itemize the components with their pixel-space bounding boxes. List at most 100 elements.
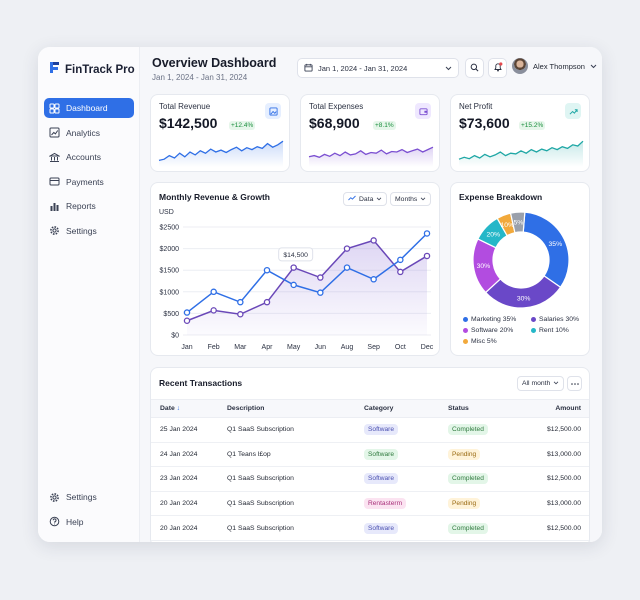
data-point[interactable] (423, 230, 431, 237)
more-options-button[interactable] (567, 376, 582, 391)
data-point[interactable] (290, 264, 297, 271)
sidebar-item-reports[interactable]: Reports (44, 196, 134, 216)
cell-amount: $12,500.00 (528, 417, 589, 443)
data-point[interactable] (370, 276, 377, 283)
cell-amount: $13,000.00 (528, 442, 589, 468)
calendar-icon (304, 63, 313, 74)
table-row[interactable]: 24 Jan 2024 Q1 Teans l£op Software Pendi… (151, 442, 589, 468)
notifications-button[interactable] (488, 58, 507, 78)
cell-category: Software (364, 466, 448, 492)
kpi-card-net-profit: Net Profit $73,600 +15.2% (450, 94, 590, 172)
pie-slice[interactable] (522, 211, 570, 289)
sidebar-item-label: Payments (66, 176, 104, 187)
data-point[interactable] (370, 237, 377, 244)
cell-status: Completed (448, 466, 528, 492)
data-point[interactable] (343, 264, 351, 271)
reports-icon (49, 201, 60, 212)
sidebar-item-payments[interactable]: Payments (44, 172, 134, 192)
user-menu[interactable]: Alex Thompson (512, 58, 597, 74)
column-header-date[interactable]: Date ↓ (151, 399, 227, 418)
legend-swatch (531, 327, 536, 333)
cell-description: Q1 SaaS Subscription (227, 466, 364, 492)
data-point[interactable] (397, 268, 404, 276)
brand-name: FinTrack Pro (65, 64, 135, 76)
kpi-label: Net Profit (459, 102, 493, 111)
data-point[interactable] (237, 298, 244, 306)
x-tick-label: May (287, 344, 301, 351)
y-tick-label: $1500 (160, 268, 180, 275)
analytics-icon (49, 127, 60, 138)
search-icon (470, 59, 479, 77)
cell-description: Q1 SaaS Subscription (227, 515, 364, 541)
sidebar-item-dashboard[interactable]: Dashboard (44, 98, 134, 118)
cell-amount: $12,500.00 (528, 515, 589, 541)
brand[interactable]: FinTrack Pro (49, 61, 135, 79)
status-badge: Pending (448, 498, 481, 510)
transactions-title: Recent Transactions (159, 378, 243, 388)
data-point[interactable] (423, 252, 431, 260)
data-point[interactable] (210, 307, 217, 314)
kpi-label: Total Revenue (159, 102, 211, 111)
column-header-label: Date (160, 405, 175, 412)
y-tick-label: $1000 (160, 289, 180, 296)
status-badge: Pending (448, 448, 481, 460)
legend-label: Software 20% (471, 327, 514, 334)
sidebar-bottom-nav: Settings Help (44, 487, 134, 536)
month-filter-label: All month (522, 380, 551, 387)
slice-label: 20% (486, 232, 500, 239)
table-row[interactable]: 20 Jan 2024 Q1 SaaS Subscription Softwar… (151, 515, 589, 541)
status-badge: Completed (448, 522, 488, 534)
category-badge: Software (364, 473, 399, 485)
search-button[interactable] (465, 58, 484, 78)
month-filter-select[interactable]: All month (517, 376, 565, 391)
data-point[interactable] (183, 317, 191, 324)
table-row[interactable]: 25 Jan 2024 Q1 SaaS Subscription Softwar… (151, 417, 589, 443)
y-tick-label: $0 (171, 333, 179, 340)
data-point[interactable] (210, 288, 217, 296)
x-tick-label: Oct (395, 344, 406, 351)
sparkline-area (459, 141, 583, 167)
cell-description: Q1 SaaS Subscription (227, 417, 364, 443)
chevron-down-icon (553, 380, 559, 387)
sidebar-item-settings[interactable]: Settings (44, 221, 134, 241)
card-icon (49, 176, 60, 187)
sidebar-item-label: Dashboard (66, 103, 108, 113)
legend-swatch (463, 327, 468, 333)
chevron-down-icon (590, 62, 597, 71)
user-name: Alex Thompson (533, 61, 585, 71)
sidebar-item-settings[interactable]: Settings (44, 487, 134, 507)
legend-swatch (463, 316, 468, 322)
y-axis-unit: USD (159, 209, 174, 216)
data-point[interactable] (317, 289, 324, 296)
cell-status: Pending (448, 442, 528, 468)
data-point[interactable] (263, 298, 271, 306)
column-header-status: Status (448, 399, 528, 418)
sidebar-item-accounts[interactable]: Accounts (44, 147, 134, 167)
expense-legend: Marketing 35% Salaries 30% Software 20% Ren… (463, 316, 593, 345)
data-point[interactable] (290, 281, 297, 289)
table-row[interactable]: 23 Jan 2024 Q1 SaaS Subscription Softwar… (151, 466, 589, 492)
data-point[interactable] (343, 245, 351, 252)
sidebar-item-label: Analytics (66, 127, 101, 138)
transactions-card: Recent Transactions All month Date ↓ Des… (150, 367, 590, 542)
data-point[interactable] (317, 274, 324, 281)
cell-status: Completed (448, 515, 528, 541)
sidebar-item-label: Settings (66, 492, 97, 502)
sidebar-item-analytics[interactable]: Analytics (44, 123, 134, 143)
sidebar-item-help[interactable]: Help (44, 512, 134, 532)
data-point[interactable] (237, 311, 244, 318)
table-row[interactable]: 20 Jan 2024 Q1 SaaS Subscription Rentast… (151, 491, 589, 517)
data-point[interactable] (183, 309, 191, 316)
legend-label: Misc 5% (471, 338, 497, 345)
x-tick-label: Aug (341, 344, 354, 351)
data-point[interactable] (263, 266, 271, 274)
sidebar-item-label: Help (66, 516, 84, 527)
date-range-value: Jan 1, 2024 - Jan 31, 2024 (318, 63, 408, 73)
legend-item: Salaries 30% (531, 316, 593, 323)
date-range-picker[interactable]: Jan 1, 2024 - Jan 31, 2024 (297, 58, 459, 78)
data-point[interactable] (397, 256, 404, 264)
page-subtitle: Jan 1, 2024 - Jan 31, 2024 (152, 73, 248, 82)
cell-status: Pending (448, 491, 528, 517)
kpi-label: Total Expenses (309, 102, 364, 111)
avatar (512, 58, 528, 74)
